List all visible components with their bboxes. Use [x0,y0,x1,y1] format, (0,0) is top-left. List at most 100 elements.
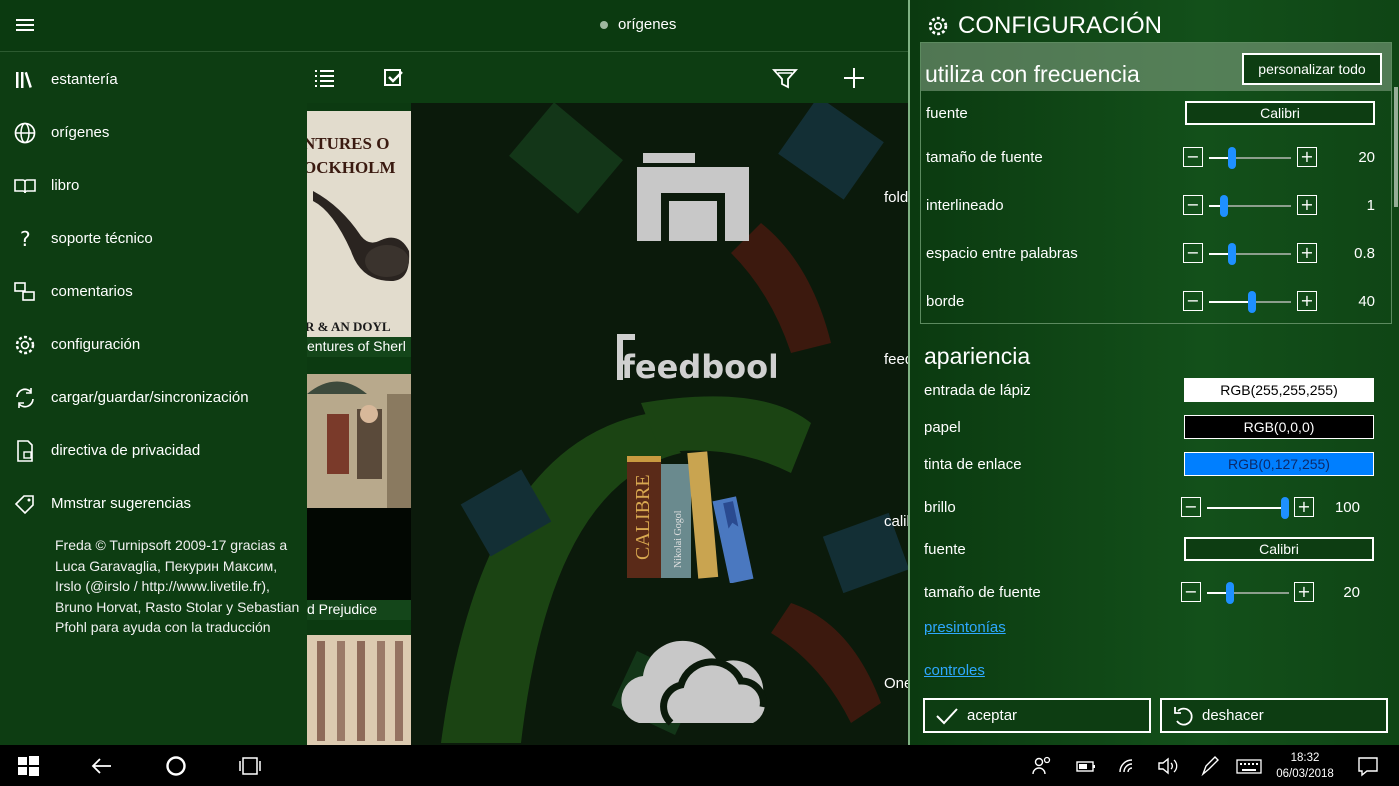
book-cover-art [307,374,411,508]
volume-icon[interactable] [1156,754,1180,778]
setting-label: tamaño de fuente [924,584,1041,601]
decrease-button[interactable]: − [1183,291,1203,311]
increase-button[interactable]: + [1297,243,1317,263]
decrease-button[interactable]: − [1181,582,1201,602]
setting-label: brillo [924,499,956,516]
ink-label: entrada de lápiz [924,382,1031,399]
book-cover[interactable] [307,374,411,508]
paper-color-value: RGB(0,0,0) [1243,419,1315,435]
gear-icon [15,335,35,354]
settings-title: CONFIGURACIÓN [958,12,1162,39]
hamburger-menu-icon[interactable] [14,16,36,36]
frequent-settings-section: utiliza con frecuencia personalizar todo… [920,42,1398,324]
link-ink-color-value: RGB(0,127,255) [1228,456,1330,472]
sources-view: NTURES O OCKHOLM R & AN DOYL entures of … [307,53,908,745]
app-status-icon [600,20,608,29]
setting-label: tamaño de fuente [926,149,1043,166]
slider[interactable] [1209,147,1291,169]
paper-color-picker[interactable]: RGB(0,0,0) [1184,415,1374,439]
folder-icon[interactable] [633,151,753,241]
undo-button[interactable]: deshacer [1160,698,1388,733]
pen-ink-icon[interactable] [1198,754,1222,778]
battery-icon[interactable] [1074,754,1098,778]
increase-button[interactable]: + [1294,497,1314,517]
calibre-logo-text: CALIBRE [632,474,654,560]
font-select[interactable]: Calibri [1185,101,1375,125]
sidebar-item-label: libro [51,177,80,194]
decrease-button[interactable]: − [1183,243,1203,263]
presets-link[interactable]: presintonías [924,619,1006,636]
setting-value: 20 [1343,584,1360,601]
book-cover[interactable] [307,635,411,745]
setting-value: 20 [1358,149,1375,166]
settings-header: CONFIGURACIÓN [926,12,1162,40]
keyboard-icon[interactable] [1236,754,1262,778]
title-bar: orígenes [0,0,908,52]
sidebar-item-support[interactable]: ? soporte técnico [0,212,307,265]
source-label: folder [884,189,908,206]
increase-button[interactable]: + [1297,147,1317,167]
feedbooks-logo[interactable]: feedbooks [611,328,776,388]
wifi-icon[interactable] [1116,754,1140,778]
cover-title-line-1: NTURES O [307,134,389,153]
link-ink-label: tinta de enlace [924,456,1022,473]
sidebar-item-shelf[interactable]: estantería [0,53,307,106]
sidebar-item-feedback[interactable]: comentarios [0,265,307,318]
people-icon[interactable] [1030,754,1054,778]
setting-value: 40 [1358,293,1375,310]
sync-icon [16,387,34,408]
cortana-icon[interactable] [164,754,188,778]
slider[interactable] [1209,291,1291,313]
source-label: feedbooks [884,351,908,368]
calibre-books-icon[interactable]: CALIBRE Nikolai Gogol [621,448,771,583]
sidebar-item-label: orígenes [51,124,110,141]
slider[interactable] [1209,243,1291,265]
add-icon[interactable] [839,63,869,93]
link-ink-color-picker[interactable]: RGB(0,127,255) [1184,452,1374,476]
decrease-button[interactable]: − [1183,147,1203,167]
svg-text:?: ? [20,227,31,251]
accept-label: aceptar [967,707,1018,724]
sidebar-item-sync[interactable]: cargar/guardar/sincronización [0,371,307,424]
list-view-icon[interactable] [310,63,340,93]
appearance-section-title: apariencia [924,343,1031,369]
filter-icon[interactable] [770,63,800,93]
slider[interactable] [1207,497,1289,519]
scrollbar[interactable] [1394,87,1398,207]
customize-all-button[interactable]: personalizar todo [1242,53,1382,85]
slider[interactable] [1209,195,1291,217]
book-cover-art [307,635,411,745]
clock-date: 06/03/2018 [1276,768,1334,780]
taskbar-clock[interactable]: 18:32 06/03/2018 [1270,750,1340,782]
increase-button[interactable]: + [1297,195,1317,215]
back-arrow-icon[interactable] [90,754,114,778]
cover-author: R & AN DOYL [307,319,391,334]
sidebar-item-label: configuración [51,336,141,353]
notifications-icon[interactable] [1356,754,1380,778]
task-view-icon[interactable] [238,754,262,778]
sidebar-item-privacy[interactable]: directiva de privacidad [0,424,307,477]
increase-button[interactable]: + [1297,291,1317,311]
book-cover[interactable]: NTURES O OCKHOLM R & AN DOYL [307,111,411,337]
sidebar-item-sources[interactable]: orígenes [0,106,307,159]
font-select[interactable]: Calibri [1184,537,1374,561]
sidebar-item-label: soporte técnico [51,230,153,247]
select-icon[interactable] [379,63,409,93]
sidebar-item-settings[interactable]: configuración [0,318,307,371]
sidebar-item-label: Mmstrar sugerencias [51,495,192,512]
decrease-button[interactable]: − [1181,497,1201,517]
windows-start-icon[interactable] [16,754,40,778]
setting-label: borde [926,293,965,310]
controls-link[interactable]: controles [924,662,985,679]
book-cover[interactable] [307,508,411,600]
slider[interactable] [1207,582,1289,604]
increase-button[interactable]: + [1294,582,1314,602]
ink-color-value: RGB(255,255,255) [1220,382,1338,398]
ink-color-picker[interactable]: RGB(255,255,255) [1184,378,1374,402]
onedrive-cloud-icon[interactable] [611,631,771,731]
decrease-button[interactable]: − [1183,195,1203,215]
sidebar-item-book[interactable]: libro [0,159,307,212]
sidebar-item-tips[interactable]: Mmstrar sugerencias [0,477,307,530]
taskbar: 18:32 06/03/2018 [0,745,1399,786]
accept-button[interactable]: aceptar [923,698,1151,733]
